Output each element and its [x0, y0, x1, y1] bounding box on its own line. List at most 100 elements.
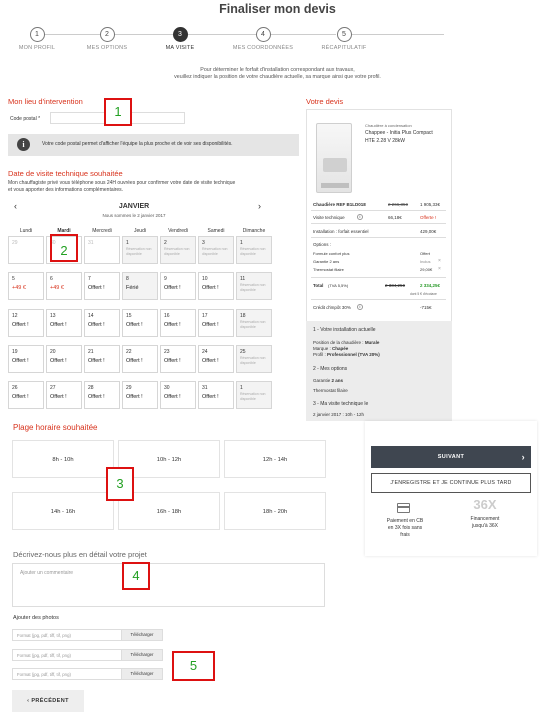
upload-button[interactable]: Télécharger — [121, 650, 162, 660]
calendar-day-number: 1 — [240, 240, 243, 246]
upload-button[interactable]: Télécharger — [121, 630, 162, 640]
calendar-day-number: 31 — [88, 240, 94, 246]
calendar-day[interactable]: 20 Offert ! — [46, 345, 82, 373]
info-text: Votre code postal permet d'afficher l'éq… — [42, 141, 233, 147]
next-button[interactable]: SUIVANT › — [371, 446, 531, 468]
calendar-day[interactable]: 10 Offert ! — [198, 272, 234, 300]
calendar-day-number: 13 — [50, 313, 56, 319]
divider — [311, 277, 446, 278]
calendar-month: JANVIER — [118, 203, 150, 210]
calendar-day[interactable]: 16 Offert ! — [160, 309, 196, 337]
save-continue-later-button[interactable]: J'ENREGISTRE ET JE CONTINUE PLUS TARD — [371, 473, 531, 493]
calendar-day[interactable]: 24 Offert ! — [198, 345, 234, 373]
calendar-day[interactable]: 14 Offert ! — [84, 309, 120, 337]
calendar-day-status: +49 € — [12, 285, 26, 291]
upload-button[interactable]: Télécharger — [121, 669, 162, 679]
step-recapitulatif[interactable]: 5 RÉCAPITULATIF — [309, 27, 379, 51]
file-upload-row[interactable]: Format (jpg, pdf, tiff, tif, png) Téléch… — [12, 668, 163, 680]
visit-description: Mon chauffagiste privé vous téléphone so… — [8, 180, 235, 194]
file-upload-row[interactable]: Format (jpg, pdf, tiff, tif, png) Téléch… — [12, 649, 163, 661]
option-2-label: Garantie 2 ans — [313, 259, 340, 264]
position-value: Murale — [364, 340, 380, 345]
divider — [311, 237, 446, 238]
calendar-day[interactable]: 29 Offert ! — [122, 381, 158, 409]
timeslot-18-20[interactable]: 18h - 20h — [224, 492, 326, 530]
calendar-day[interactable]: 28 Offert ! — [84, 381, 120, 409]
step-ma-visite[interactable]: 3 MA VISITE — [145, 27, 215, 51]
calendar-day: 29 — [8, 236, 44, 264]
option-1-label: Formule confort plus — [313, 251, 350, 256]
calendar-day-number: 29 — [126, 385, 132, 391]
calendar-day[interactable]: 9 Offert ! — [160, 272, 196, 300]
next-label: SUIVANT — [437, 454, 465, 460]
visit-desc-line: Mon chauffagiste privé vous téléphone so… — [8, 180, 236, 186]
visite-label: Visite technique — [313, 215, 345, 220]
timeslot-14-16[interactable]: 14h - 16h — [12, 492, 114, 530]
calendar-day[interactable]: 27 Offert ! — [46, 381, 82, 409]
calendar-day[interactable]: 6 +49 € — [46, 272, 82, 300]
calendar-day-number: 14 — [88, 313, 94, 319]
photos-title: Ajouter des photos — [13, 615, 59, 621]
annotation-marker-5: 5 — [172, 651, 215, 681]
timeslot-12-14[interactable]: 12h - 14h — [224, 440, 326, 478]
calendar-day-status: Réservation non disponible — [240, 320, 266, 329]
day-header: Jeudi — [134, 228, 146, 234]
calendar-day[interactable]: 22 Offert ! — [122, 345, 158, 373]
step-number: 4 — [255, 27, 271, 42]
calendar-prev-arrow[interactable]: ‹ — [14, 201, 17, 211]
calendar-day[interactable]: 21 Offert ! — [84, 345, 120, 373]
calendar-day[interactable]: 19 Offert ! — [8, 345, 44, 373]
calendar-day-number: 29 — [12, 240, 18, 246]
calendar-next-arrow[interactable]: › — [258, 201, 261, 211]
option-2-price: Inclus — [420, 259, 431, 264]
calendar-day-number: 19 — [12, 349, 18, 355]
calendar-day-number: 9 — [164, 276, 167, 282]
calendar-day-number: 12 — [12, 313, 18, 319]
step-number: 1 — [29, 27, 45, 42]
calendar-day[interactable]: 26 Offert ! — [8, 381, 44, 409]
comment-textarea[interactable]: Ajouter un commentaire — [12, 563, 325, 607]
file-upload-row[interactable]: Format (jpg, pdf, tiff, tif, png) Téléch… — [12, 629, 163, 641]
calendar-day-number: 15 — [126, 313, 132, 319]
timeslot-8-10[interactable]: 8h - 10h — [12, 440, 114, 478]
info-icon: i — [17, 138, 30, 151]
credit-price: -715€ — [420, 305, 432, 310]
calendar-day-number: 3 — [202, 240, 205, 246]
calendar-day[interactable]: 17 Offert ! — [198, 309, 234, 337]
calendar-day[interactable]: 13 Offert ! — [46, 309, 82, 337]
day-header: Mercredi — [92, 228, 112, 234]
step-mes-coordonnees[interactable]: 4 MES COORDONNÉES — [228, 27, 298, 51]
calendar-day: 31 — [84, 236, 120, 264]
total-tva: (TVA 5,5%) — [328, 283, 349, 288]
remove-option-icon[interactable]: × — [438, 266, 441, 272]
day-header: Lundi — [19, 228, 33, 234]
calendar-day-status: Offert ! — [50, 358, 67, 364]
remove-option-icon[interactable]: × — [438, 258, 441, 264]
step-mes-options[interactable]: 2 MES OPTIONS — [72, 27, 142, 51]
file-placeholder: Format (jpg, pdf, tiff, tif, png) — [17, 672, 71, 677]
calendar-day-number: 10 — [202, 276, 208, 282]
calendar-day-number: 24 — [202, 349, 208, 355]
brand-value: Chapée — [332, 346, 349, 351]
calendar-day: 8 Férié — [122, 272, 158, 300]
calendar-day-status: Réservation non disponible — [164, 247, 190, 256]
step-mon-profil[interactable]: 1 MON PROFIL — [2, 27, 72, 51]
calendar-day: 3 Réservation non disponible — [198, 236, 234, 264]
payment-line: Paiement en CB — [386, 518, 424, 524]
calendar-day-number: 18 — [240, 313, 246, 319]
calendar-day[interactable]: 23 Offert ! — [160, 345, 196, 373]
calendar-day[interactable]: 31 Offert ! — [198, 381, 234, 409]
calendar-day[interactable]: 30 Offert ! — [160, 381, 196, 409]
calendar-day-status: Offert ! — [88, 358, 105, 364]
previous-button[interactable]: ‹ PRÉCÉDENT — [12, 690, 84, 712]
total-label: Total — [313, 283, 324, 288]
calendar-day[interactable]: 15 Offert ! — [122, 309, 158, 337]
info-icon: i — [357, 214, 363, 220]
calendar-day[interactable]: 7 Offert ! — [84, 272, 120, 300]
calendar-day-number: 7 — [88, 276, 91, 282]
calendar-day[interactable]: 5 +49 € — [8, 272, 44, 300]
product-name: Chappee - Initia Plus Compact — [365, 130, 433, 136]
boiler-base — [321, 183, 349, 188]
calendar-day-status: Offert ! — [12, 358, 29, 364]
calendar-day[interactable]: 12 Offert ! — [8, 309, 44, 337]
